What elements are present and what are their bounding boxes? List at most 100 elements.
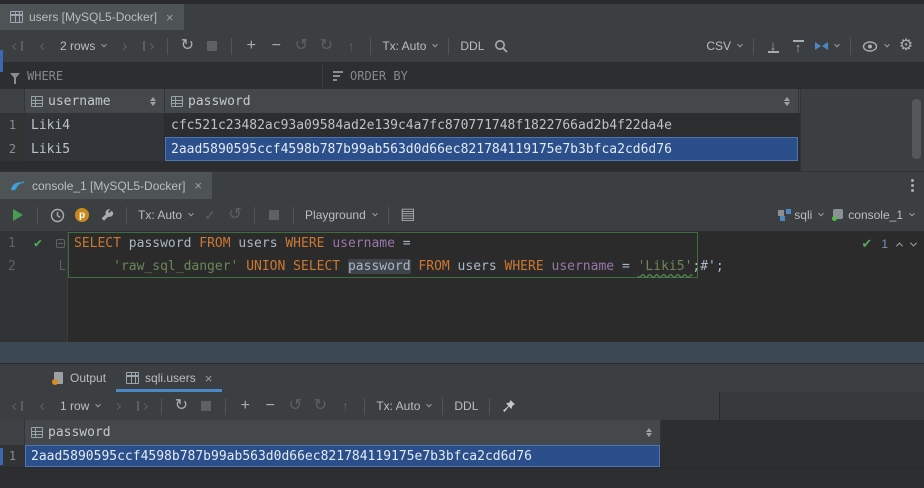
previous-page-button[interactable] bbox=[35, 36, 51, 56]
tx-mode-dropdown[interactable]: Tx: Auto bbox=[382, 36, 437, 56]
cell-password-selected[interactable]: 2aad5890595ccf4598b787b99ab563d0d66ec821… bbox=[25, 445, 661, 467]
users-result-grid: username password 1 Liki4 cfc521c23482ac… bbox=[0, 89, 924, 171]
column-header-password[interactable]: password bbox=[165, 89, 799, 113]
rows-count-dropdown[interactable]: 1 row bbox=[60, 396, 100, 416]
divider bbox=[167, 38, 168, 55]
submit-icon[interactable]: ↑ bbox=[337, 396, 353, 416]
divider bbox=[448, 38, 449, 55]
more-options-icon[interactable] bbox=[911, 179, 914, 192]
add-row-button[interactable]: + bbox=[237, 396, 253, 416]
cell-password[interactable]: cfc521c23482ac93a09584ad2e139c4a7fc87077… bbox=[165, 113, 799, 137]
tab-label: console_1 [MySQL5-Docker] bbox=[32, 179, 185, 193]
divider bbox=[161, 398, 162, 415]
divider bbox=[231, 38, 232, 55]
sql-editor[interactable]: 1 2 ✔ SELECT password FROM users WHERE u… bbox=[0, 231, 924, 342]
inspections-widget[interactable]: ✔ 1 bbox=[861, 236, 916, 252]
next-page-button[interactable] bbox=[115, 36, 131, 56]
sort-arrows-icon[interactable] bbox=[646, 428, 652, 437]
undo-icon[interactable]: ↺ bbox=[293, 36, 309, 56]
cell-password-selected[interactable]: 2aad5890595ccf4598b787b99ab563d0d66ec821… bbox=[165, 137, 799, 161]
stop-icon bbox=[207, 41, 217, 51]
panel-splitter[interactable] bbox=[0, 342, 924, 363]
divider bbox=[293, 207, 294, 224]
gear-icon[interactable]: ⚙ bbox=[898, 36, 914, 56]
divider bbox=[388, 207, 389, 224]
last-page-button[interactable] bbox=[134, 396, 150, 416]
view-options-eye-icon[interactable] bbox=[862, 36, 889, 56]
table-row: 2 Liki5 2aad5890595ccf4598b787b99ab563d0… bbox=[0, 137, 800, 161]
previous-problem-icon[interactable] bbox=[896, 242, 903, 249]
tab-sqli-users-result[interactable]: sqli.users × bbox=[116, 364, 222, 392]
delete-row-button[interactable]: − bbox=[262, 396, 278, 416]
cell-username[interactable]: Liki5 bbox=[25, 137, 165, 161]
ddl-button[interactable]: DDL bbox=[454, 396, 478, 416]
fold-start-icon[interactable] bbox=[56, 239, 65, 248]
selection-scroll-marker bbox=[0, 448, 3, 465]
previous-page-button[interactable] bbox=[35, 396, 51, 416]
stop-button[interactable] bbox=[266, 205, 282, 225]
pin-tab-icon[interactable] bbox=[501, 396, 517, 416]
commit-icon[interactable]: ✓ bbox=[202, 205, 218, 225]
submit-icon[interactable]: ↑ bbox=[343, 36, 359, 56]
fold-end-icon[interactable] bbox=[60, 260, 65, 270]
cell-username[interactable]: Liki4 bbox=[25, 113, 165, 137]
ddl-button[interactable]: DDL bbox=[460, 36, 484, 56]
column-header-username[interactable]: username bbox=[25, 89, 165, 113]
sort-arrows-icon[interactable] bbox=[150, 97, 156, 106]
close-icon[interactable]: × bbox=[166, 11, 174, 24]
output-layout-icon[interactable]: ▤ bbox=[400, 205, 416, 225]
first-page-button[interactable] bbox=[10, 36, 26, 56]
search-icon[interactable] bbox=[493, 36, 509, 56]
playground-mode-dropdown[interactable]: Playground bbox=[305, 205, 377, 225]
rollback-icon[interactable]: ↺ bbox=[227, 205, 243, 225]
vertical-scrollbar[interactable] bbox=[912, 99, 921, 159]
delete-row-button[interactable]: − bbox=[268, 36, 284, 56]
tab-label: Output bbox=[70, 371, 106, 385]
stop-button[interactable] bbox=[198, 396, 214, 416]
next-page-button[interactable] bbox=[109, 396, 125, 416]
first-page-button[interactable] bbox=[10, 396, 26, 416]
chevron-down-icon bbox=[818, 211, 824, 217]
tx-mode-dropdown[interactable]: Tx: Auto bbox=[138, 205, 193, 225]
stop-button[interactable] bbox=[204, 36, 220, 56]
parameters-icon[interactable]: p bbox=[74, 205, 90, 225]
grid-filter-row: WHERE ORDER BY bbox=[0, 62, 924, 89]
tx-mode-dropdown[interactable]: Tx: Auto bbox=[376, 396, 431, 416]
rows-count-dropdown[interactable]: 2 rows bbox=[60, 36, 106, 56]
undo-icon[interactable]: ↺ bbox=[287, 396, 303, 416]
chevron-right-icon bbox=[120, 42, 127, 49]
tab-output[interactable]: Output bbox=[42, 364, 116, 392]
where-filter[interactable]: WHERE bbox=[0, 62, 323, 89]
csv-format-dropdown[interactable]: CSV bbox=[706, 36, 742, 56]
run-button[interactable] bbox=[10, 205, 26, 225]
close-icon[interactable]: × bbox=[205, 372, 213, 385]
refresh-icon[interactable]: ↻ bbox=[179, 36, 195, 56]
last-page-button[interactable] bbox=[140, 36, 156, 56]
chevron-down-icon bbox=[372, 211, 378, 217]
divider bbox=[225, 398, 226, 415]
export-data-icon[interactable]: ↓ bbox=[765, 36, 781, 56]
bottom-toolbar: 1 row ↻ + − ↺ ↻ ↑ Tx: Auto DDL bbox=[0, 392, 924, 420]
tab-users-results[interactable]: users [MySQL5-Docker] × bbox=[0, 4, 184, 30]
session-dropdown[interactable]: console_1 bbox=[832, 205, 914, 225]
import-data-icon[interactable]: ↑ bbox=[790, 36, 806, 56]
next-problem-icon[interactable] bbox=[910, 239, 917, 246]
tab-console[interactable]: console_1 [MySQL5-Docker] × bbox=[0, 172, 212, 199]
grid-table: username password 1 Liki4 cfc521c23482ac… bbox=[0, 89, 800, 171]
chevron-down-icon bbox=[909, 211, 915, 217]
divider bbox=[489, 398, 490, 415]
close-icon[interactable]: × bbox=[194, 179, 202, 192]
column-header-password[interactable]: password bbox=[25, 420, 661, 445]
history-icon[interactable] bbox=[49, 205, 65, 225]
output-result-grid: password 1 2aad5890595ccf4598b787b99ab56… bbox=[0, 420, 924, 467]
schema-dropdown[interactable]: sqli bbox=[778, 205, 823, 225]
revert-icon[interactable]: ↻ bbox=[312, 396, 328, 416]
order-by-filter[interactable]: ORDER BY bbox=[323, 69, 408, 83]
sort-arrows-icon[interactable] bbox=[784, 97, 790, 106]
add-row-button[interactable]: + bbox=[243, 36, 259, 56]
selection-scroll-marker bbox=[0, 50, 3, 72]
settings-wrench-icon[interactable] bbox=[99, 205, 115, 225]
revert-icon[interactable]: ↻ bbox=[318, 36, 334, 56]
refresh-icon[interactable]: ↻ bbox=[173, 396, 189, 416]
compare-data-icon[interactable] bbox=[815, 36, 839, 56]
